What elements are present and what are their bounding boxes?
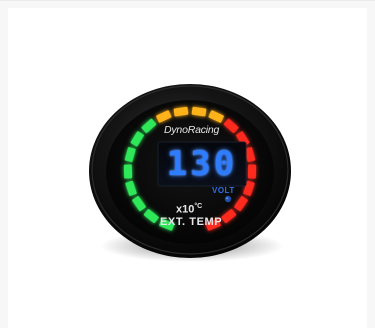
brand-logo: DynoRacing — [164, 124, 220, 136]
gauge-name-label: EXT. TEMP — [160, 216, 223, 228]
product-image: DynoRacing 130 VOLT x10°C EXT. TEMP — [0, 0, 375, 328]
indicator-dot-highlight — [226, 197, 229, 200]
scale-prefix: x10 — [176, 203, 195, 216]
digital-readout: 130 — [166, 144, 238, 184]
led-segment-red — [247, 164, 257, 179]
led-segment-green — [123, 164, 133, 179]
scale-label: x10°C — [176, 203, 202, 216]
scale-unit: °C — [194, 203, 203, 210]
unit-label: VOLT — [212, 186, 235, 195]
indicator-dot — [224, 195, 232, 203]
